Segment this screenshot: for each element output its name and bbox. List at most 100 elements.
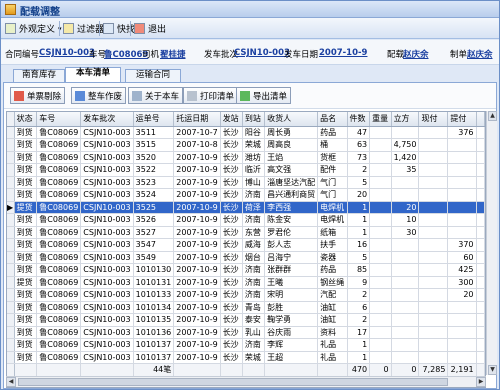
grid-cell[interactable]: 到货 <box>14 213 38 227</box>
grid-cell[interactable] <box>369 151 392 164</box>
table-row[interactable]: 到货 鲁C08069 CSJN10-003 1010134 2007-10-9 长沙 青岛彭… <box>7 301 485 314</box>
grid-cell[interactable]: CSJN10-003 <box>80 188 134 202</box>
grid-cell[interactable]: 鲁C08069 <box>36 238 82 252</box>
grid-cell[interactable]: 3549 <box>133 251 175 264</box>
column-header[interactable]: 到站 <box>242 112 266 127</box>
grid-cell[interactable]: 气门 <box>317 188 348 202</box>
grid-cell[interactable]: 王超 <box>264 351 319 364</box>
grid-cell[interactable] <box>418 238 449 252</box>
grid-cell[interactable] <box>391 176 420 189</box>
grid-cell[interactable]: 吕海宁 <box>264 251 319 264</box>
grid-cell[interactable]: 到货 <box>14 163 38 177</box>
grid-cell[interactable]: 长沙 <box>220 288 243 302</box>
column-header[interactable]: 现付 <box>418 112 449 127</box>
grid-cell[interactable]: 济南 <box>242 288 266 302</box>
grid-cell[interactable] <box>418 138 449 152</box>
grid-cell[interactable]: 16 <box>347 238 371 252</box>
grid-cell[interactable]: CSJN10-003 <box>80 251 134 264</box>
grid-cell[interactable] <box>369 238 392 252</box>
table-row[interactable]: 到货 鲁C08069 CSJN10-003 3511 2007-10-7 长沙 阳谷 周长勇药… <box>7 126 485 139</box>
table-row[interactable]: 到货 鲁C08069 CSJN10-003 1010137 2007-10-9 长沙 济南李… <box>7 338 485 352</box>
grid-cell[interactable]: 1 <box>347 201 371 214</box>
grid-cell[interactable]: 泰安 <box>242 313 266 327</box>
grid-cell[interactable]: 2007-10-9 <box>173 288 221 302</box>
grid-cell[interactable] <box>476 263 485 277</box>
grid-cell[interactable]: 2 <box>347 163 371 177</box>
table-row[interactable]: 到货 鲁C08069 CSJN10-003 3547 2007-10-9 长沙 威海 彭人志扶… <box>7 238 485 252</box>
grid-cell[interactable] <box>476 313 485 327</box>
grid-cell[interactable]: 3524 <box>133 188 175 202</box>
grid-cell[interactable] <box>418 288 449 302</box>
grid-cell[interactable]: 谷庆雨 <box>264 326 319 339</box>
table-row[interactable]: 到货 鲁C08069 CSJN10-003 3526 2007-10-9 长沙 济南 陈金安电… <box>7 213 485 227</box>
grid-cell[interactable] <box>418 338 449 352</box>
grid-cell[interactable]: 李辉 <box>264 338 319 352</box>
grid-cell[interactable]: 瓷器 <box>317 251 348 264</box>
table-row[interactable]: 到货 鲁C08069 CSJN10-003 3520 2007-10-9 长沙 潍坊 王焰 货框… <box>7 151 485 164</box>
grid-cell[interactable]: CSJN10-003 <box>80 263 134 277</box>
grid-cell[interactable]: 4,750 <box>391 138 420 152</box>
grid-cell[interactable]: 电焊机 <box>317 201 348 214</box>
row-header[interactable] <box>7 326 15 339</box>
contract-value[interactable]: CSJN10-003 <box>39 48 95 58</box>
grid-cell[interactable] <box>476 188 485 202</box>
grid-cell[interactable] <box>418 326 449 339</box>
driver-value[interactable]: 翟桂捷 <box>160 48 186 60</box>
column-header[interactable]: 重量 <box>369 112 392 127</box>
grid-cell[interactable]: 20 <box>447 288 477 302</box>
table-row[interactable]: 到货 鲁C08069 CSJN10-003 1010137 2007-10-9 长沙 荣城王… <box>7 351 485 364</box>
grid-cell[interactable]: 2007-10-9 <box>173 326 221 339</box>
grid-cell[interactable]: 鲁C08069 <box>36 126 82 139</box>
grid-cell[interactable] <box>369 138 392 152</box>
grid-cell[interactable]: CSJN10-003 <box>80 163 134 177</box>
grid-cell[interactable] <box>447 213 477 227</box>
grid-cell[interactable]: 鲁C08069 <box>36 151 82 164</box>
grid-cell[interactable] <box>391 276 420 289</box>
grid-cell[interactable] <box>391 188 420 202</box>
grid-cell[interactable]: 3525 <box>133 201 175 214</box>
grid-cell[interactable]: 2007-10-9 <box>173 301 221 314</box>
date-value[interactable]: 2007-10-9 <box>319 48 367 58</box>
grid-cell[interactable]: 30 <box>391 226 420 239</box>
row-header[interactable] <box>7 213 15 227</box>
grid-cell[interactable] <box>369 326 392 339</box>
grid-cell[interactable] <box>476 138 485 152</box>
row-header[interactable] <box>7 263 15 277</box>
grid-cell[interactable]: 2007-10-8 <box>173 138 221 152</box>
grid-cell[interactable]: 烟台 <box>242 251 266 264</box>
grid-cell[interactable] <box>391 288 420 302</box>
grid-cell[interactable]: 鲁C08069 <box>36 276 82 289</box>
grid-cell[interactable]: 1 <box>347 338 371 352</box>
row-header[interactable] <box>7 276 15 289</box>
grid-cell[interactable] <box>369 338 392 352</box>
grid-cell[interactable]: 长沙 <box>220 263 243 277</box>
grid-cell[interactable]: 1010133 <box>133 288 175 302</box>
row-header[interactable] <box>7 301 15 314</box>
grid-cell[interactable]: 长沙 <box>220 213 243 227</box>
grid-cell[interactable]: 荣城 <box>242 138 266 152</box>
grid-cell[interactable] <box>476 201 485 214</box>
grid-cell[interactable] <box>418 213 449 227</box>
grid-cell[interactable]: 礼品 <box>317 351 348 364</box>
grid-cell[interactable] <box>391 313 420 327</box>
scroll-left-icon[interactable]: ◀ <box>6 377 16 387</box>
grid-cell[interactable]: 85 <box>347 263 371 277</box>
grid-cell[interactable]: 20 <box>391 201 420 214</box>
grid-cell[interactable]: 李西强 <box>264 201 319 214</box>
appearance-button[interactable]: 外观定义 ▾ <box>5 21 62 36</box>
grid-cell[interactable]: CSJN10-003 <box>80 151 134 164</box>
grid-cell[interactable] <box>447 338 477 352</box>
grid-cell[interactable]: 长沙 <box>220 201 243 214</box>
table-row[interactable]: 到货 鲁C08069 CSJN10-003 3523 2007-10-9 长沙 博山 淄唐坚达… <box>7 176 485 189</box>
grid-cell[interactable]: 1010130 <box>133 263 175 277</box>
column-header[interactable]: 提付 <box>447 112 477 127</box>
tab-stock[interactable]: 南育库存 <box>13 69 65 82</box>
grid-cell[interactable]: 电焊机 <box>317 213 348 227</box>
row-header[interactable] <box>7 126 15 139</box>
grid-cell[interactable]: 配件 <box>317 163 348 177</box>
grid-cell[interactable]: 3520 <box>133 151 175 164</box>
grid-cell[interactable]: 提货 <box>14 276 38 289</box>
table-row[interactable]: ▶ 提货 鲁C08069 CSJN10-003 3525 2007-10-9 长沙 荷泽 李西强… <box>7 201 485 214</box>
grid-cell[interactable] <box>391 338 420 352</box>
row-header[interactable] <box>7 338 15 352</box>
